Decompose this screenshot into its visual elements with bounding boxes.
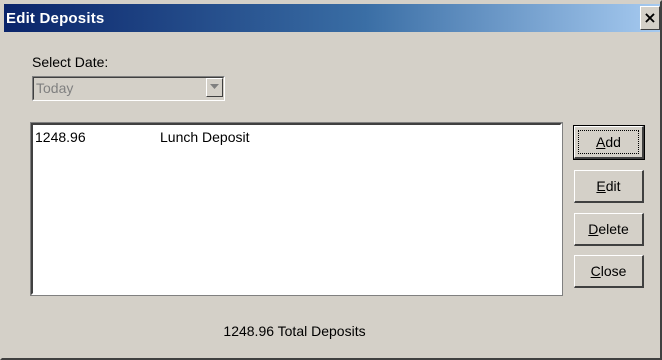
close-window-button[interactable]: × [640,6,660,30]
delete-mnemonic: D [588,221,599,237]
date-dropdown-button[interactable] [206,78,223,97]
deposits-list[interactable]: 1248.96 Lunch Deposit [30,122,563,296]
edit-deposits-dialog: Edit Deposits × Select Date: Today 1248.… [0,0,662,360]
edit-mnemonic: E [596,178,606,194]
date-select[interactable]: Today [32,76,225,101]
focus-rectangle [578,130,639,154]
edit-label: dit [605,178,621,194]
total-deposits-text: 1248.96 Total Deposits [223,323,366,339]
add-button[interactable]: Add [573,125,645,160]
select-date-label: Select Date: [32,54,109,70]
edit-button[interactable]: Edit [574,170,644,203]
window-title: Edit Deposits [6,10,105,27]
list-item[interactable]: 1248.96 Lunch Deposit [35,129,555,147]
deposit-description: Lunch Deposit [160,129,250,145]
close-label: lose [600,263,627,279]
close-button[interactable]: Close [574,255,644,288]
deposit-amount: 1248.96 [35,129,86,145]
title-bar[interactable]: Edit Deposits × [4,4,660,32]
delete-button[interactable]: Delete [574,213,644,246]
chevron-down-icon [210,84,219,89]
delete-label: elete [598,221,629,237]
close-mnemonic: C [590,263,601,279]
close-icon: × [643,8,657,27]
date-select-value: Today [36,80,74,96]
